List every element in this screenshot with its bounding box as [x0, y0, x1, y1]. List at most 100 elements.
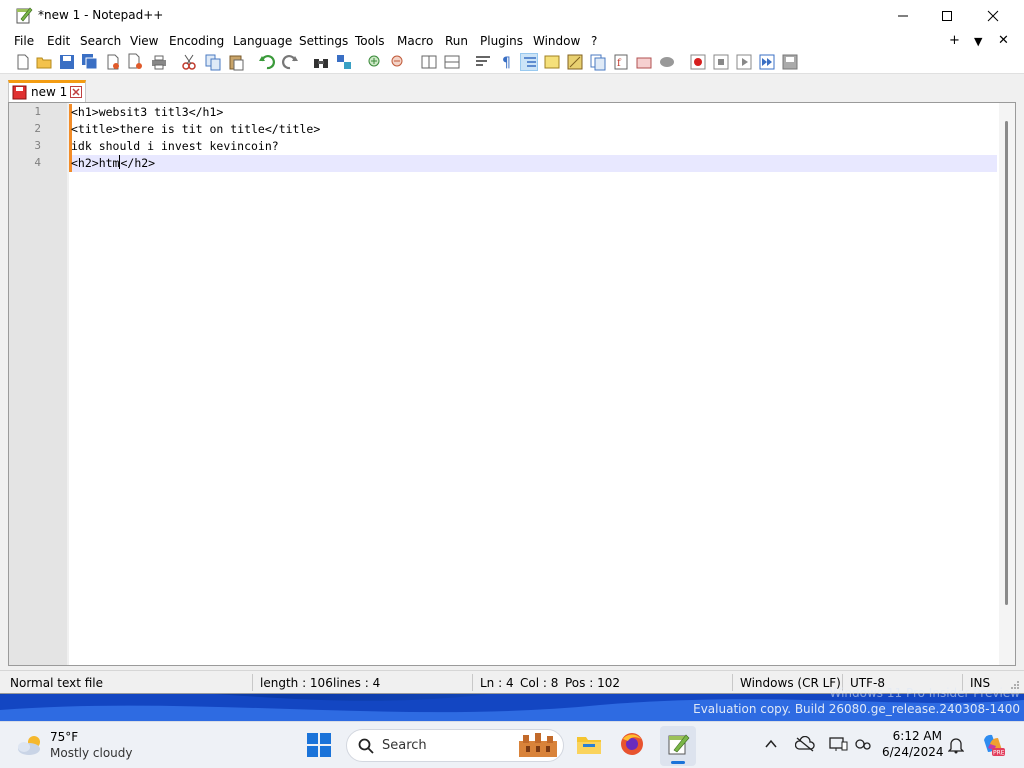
menu-file[interactable]: File: [14, 34, 34, 48]
udl-button[interactable]: [543, 53, 561, 71]
new-file-button[interactable]: [14, 53, 32, 71]
doc-list-button[interactable]: [589, 53, 607, 71]
sync-vertical-button[interactable]: [420, 53, 438, 71]
stop-macro-button[interactable]: [712, 53, 730, 71]
paste-button[interactable]: [227, 53, 245, 71]
replace-button[interactable]: [335, 53, 353, 71]
monitoring-button[interactable]: [658, 53, 676, 71]
menu-view[interactable]: View: [130, 34, 158, 48]
code-line-3[interactable]: idk should i invest kevincoin?: [70, 138, 279, 155]
clock[interactable]: 6:12 AM 6/24/2024: [882, 729, 944, 763]
code-line-1[interactable]: <h1>websit3 titl3</h1>: [70, 104, 223, 121]
editor-pane[interactable]: 1 2 3 4 <h1>websit3 titl3</h1> <title>th…: [8, 102, 1016, 666]
tab-label: new 1: [31, 85, 68, 99]
folder-icon: [636, 57, 652, 69]
copy-button[interactable]: [204, 53, 222, 71]
title-bar[interactable]: *new 1 - Notepad++: [0, 0, 1024, 31]
code-text-after-caret: </h2>: [120, 156, 156, 170]
maximize-button[interactable]: [924, 0, 970, 31]
save-all-icon: [82, 54, 98, 70]
minimize-button[interactable]: [880, 0, 926, 31]
taskbar-file-explorer[interactable]: [575, 731, 603, 759]
unsaved-file-icon: [12, 85, 27, 100]
indent-guide-button[interactable]: [520, 53, 538, 71]
redo-button[interactable]: [281, 53, 299, 71]
sync-horizontal-button[interactable]: [443, 53, 461, 71]
menu-macro[interactable]: Macro: [397, 34, 433, 48]
taskbar-notepadpp[interactable]: [660, 726, 696, 766]
close-button[interactable]: [970, 0, 1016, 31]
network-settings-icon: [855, 739, 871, 750]
word-wrap-icon: [476, 56, 490, 66]
search-icon: [358, 738, 374, 754]
menu-settings[interactable]: Settings: [299, 34, 348, 48]
sync-vertical-icon: [421, 55, 437, 69]
run-macro-multiple-button[interactable]: [758, 53, 776, 71]
save-button[interactable]: [58, 53, 76, 71]
print-button[interactable]: [150, 53, 168, 71]
code-line-2[interactable]: <title>there is tit on title</title>: [70, 121, 320, 138]
scrollbar-thumb[interactable]: [1005, 121, 1008, 605]
weather-widget[interactable]: 75°F Mostly cloudy: [14, 728, 164, 764]
display-tray[interactable]: [828, 736, 848, 754]
onedrive-tray[interactable]: [794, 735, 815, 754]
menu-edit[interactable]: Edit: [47, 34, 70, 48]
record-macro-button[interactable]: [689, 53, 707, 71]
undo-icon: [259, 54, 275, 70]
text-area[interactable]: <h1>websit3 titl3</h1> <title>there is t…: [69, 103, 997, 665]
taskbar-firefox[interactable]: [619, 731, 647, 759]
open-file-button[interactable]: [35, 53, 53, 71]
show-all-chars-button[interactable]: ¶: [497, 53, 515, 71]
status-divider: [472, 674, 473, 691]
menu-search[interactable]: Search: [80, 34, 121, 48]
tab-close-icon[interactable]: [70, 86, 82, 98]
doc-map-button[interactable]: [566, 53, 584, 71]
zoom-out-button[interactable]: [389, 53, 407, 71]
line-number: 3: [34, 139, 41, 152]
menu-language[interactable]: Language: [233, 34, 292, 48]
copilot-button[interactable]: PRE: [980, 732, 1006, 758]
menu-tools[interactable]: Tools: [355, 34, 385, 48]
menu-help[interactable]: ?: [591, 34, 597, 48]
new-tab-plus-icon[interactable]: +: [949, 33, 960, 48]
notepadpp-icon: [668, 734, 690, 755]
menu-plugins[interactable]: Plugins: [480, 34, 523, 48]
function-list-button[interactable]: f: [612, 53, 630, 71]
menu-run[interactable]: Run: [445, 34, 468, 48]
taskbar: 75°F Mostly cloudy Search 6:12 AM 6/24/2…: [0, 721, 1024, 768]
close-all-button[interactable]: [126, 53, 144, 71]
taskbar-search[interactable]: Search: [346, 729, 564, 762]
line-number: 2: [34, 122, 41, 135]
stop-icon: [713, 54, 729, 70]
folder-workspace-button[interactable]: [635, 53, 653, 71]
cloud-offline-icon: [794, 735, 815, 752]
code-line-4[interactable]: <h2>htm</h2>: [70, 155, 155, 172]
tab-new-1[interactable]: new 1: [8, 80, 86, 102]
play-macro-button[interactable]: [735, 53, 753, 71]
tab-bar: new 1: [0, 73, 1024, 102]
undo-button[interactable]: [258, 53, 276, 71]
save-macro-button[interactable]: [781, 53, 799, 71]
save-all-button[interactable]: [81, 53, 99, 71]
cut-button[interactable]: [180, 53, 198, 71]
show-hidden-icons-button[interactable]: [764, 737, 780, 753]
fast-forward-icon: [759, 54, 775, 70]
menu-encoding[interactable]: Encoding: [169, 34, 224, 48]
word-wrap-button[interactable]: [474, 53, 492, 71]
active-app-indicator: [671, 761, 685, 764]
svg-text:PRE: PRE: [993, 750, 1005, 757]
close-document-icon[interactable]: ✕: [998, 33, 1009, 48]
zoom-in-button[interactable]: [366, 53, 384, 71]
toolbar: ¶ f: [0, 51, 1024, 73]
start-button[interactable]: [306, 732, 334, 760]
notepadpp-window: *new 1 - Notepad++ File Edit Search View…: [0, 0, 1024, 694]
status-ln: Ln : 4: [480, 676, 514, 690]
chevron-up-icon: [765, 739, 777, 748]
network-tray[interactable]: [853, 736, 873, 754]
close-file-button[interactable]: [104, 53, 122, 71]
tab-list-dropdown-icon[interactable]: ▼: [974, 35, 982, 48]
menu-window[interactable]: Window: [533, 34, 580, 48]
notifications-button[interactable]: [947, 736, 966, 754]
find-button[interactable]: [312, 53, 330, 71]
vertical-scrollbar[interactable]: [999, 103, 1015, 665]
